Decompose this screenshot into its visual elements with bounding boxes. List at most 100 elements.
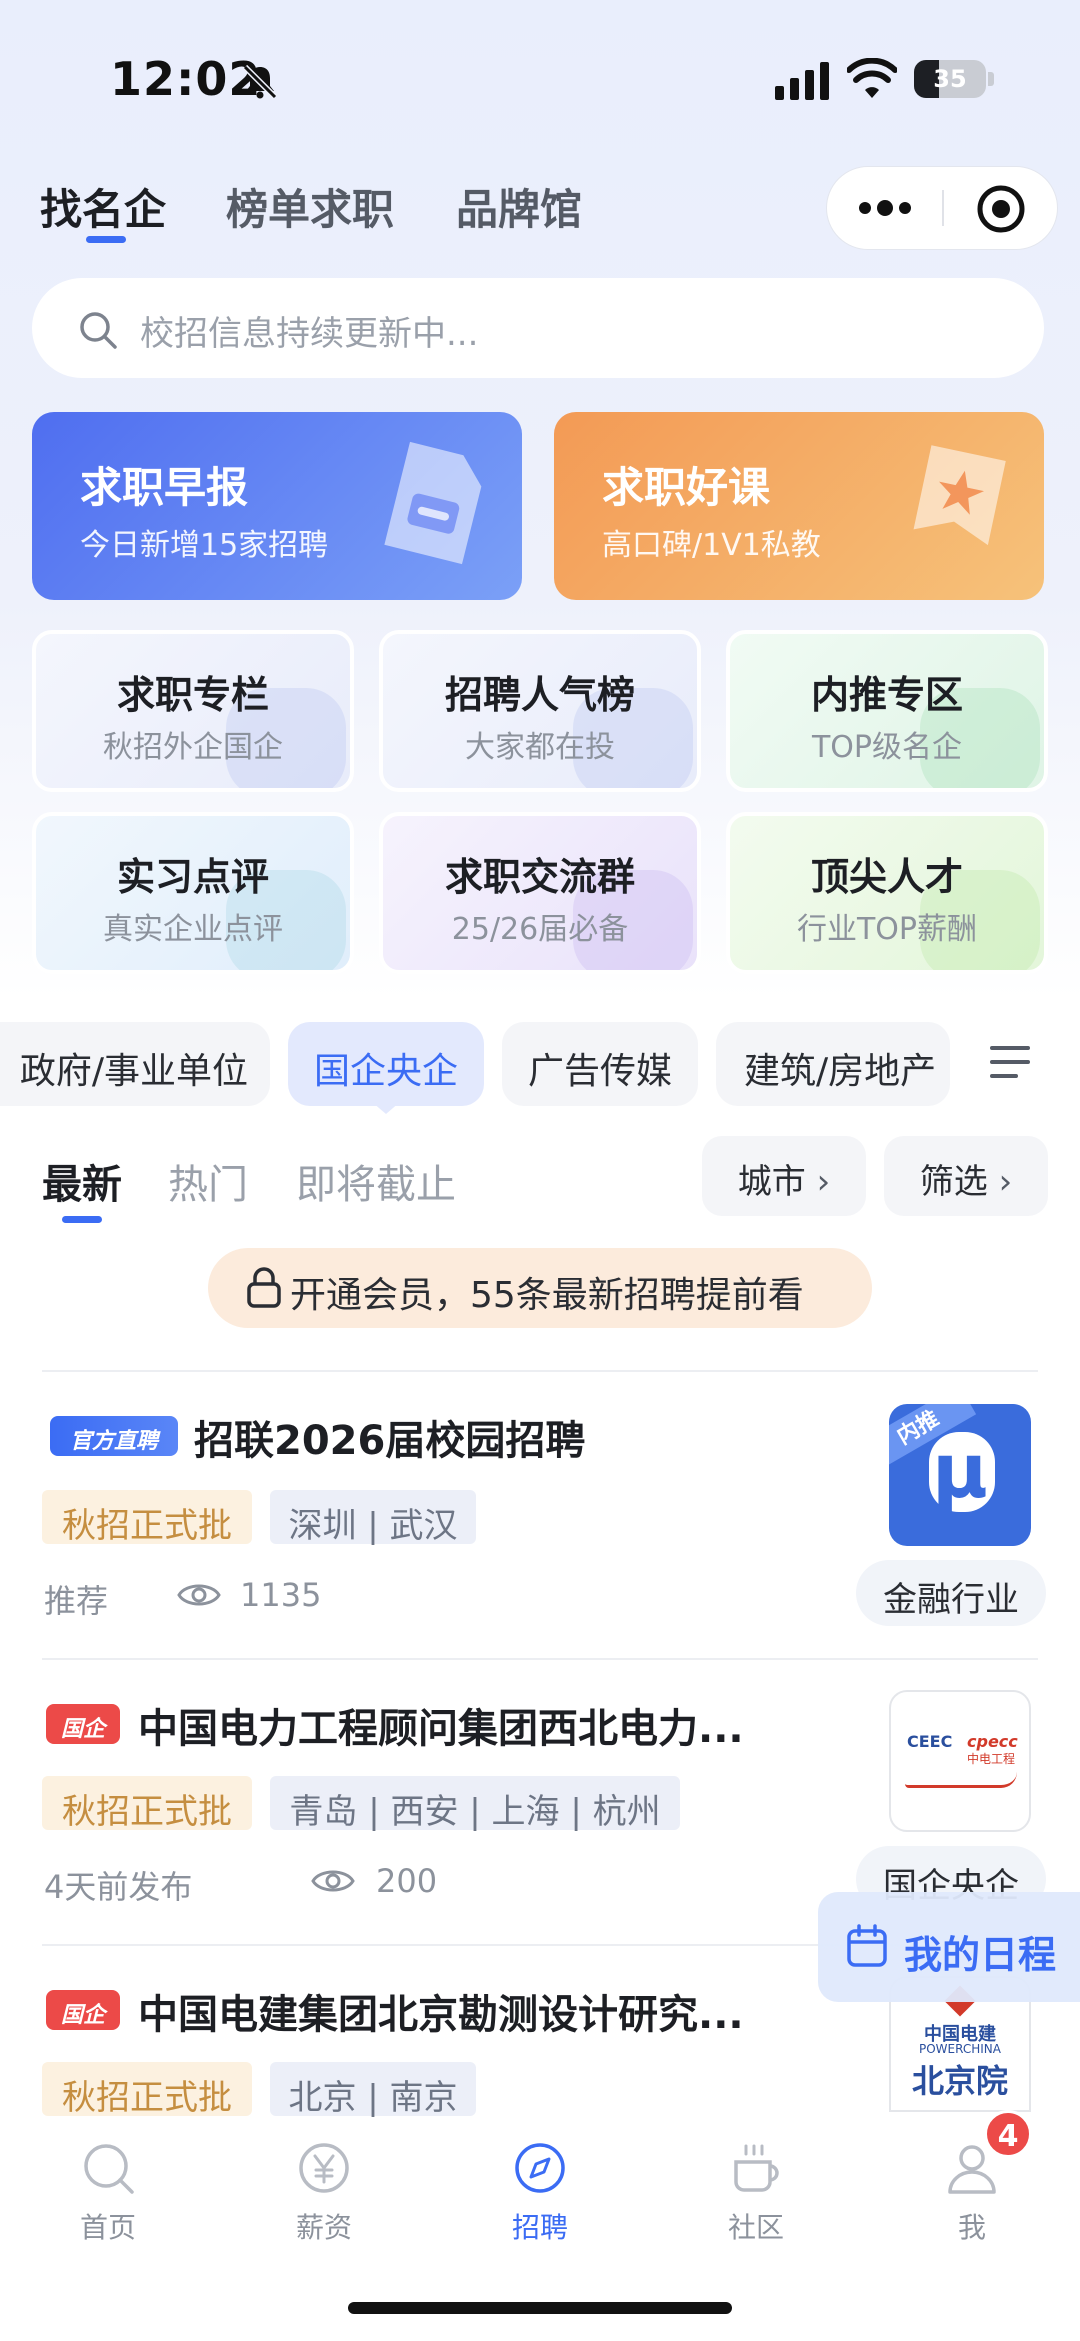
filter-label: 筛选 xyxy=(919,1162,988,1202)
card-internship-reviews[interactable]: 实习点评 真实企业点评 xyxy=(32,812,354,974)
divider xyxy=(42,1658,1038,1660)
chevron-right-icon: › xyxy=(998,1162,1013,1202)
calendar-icon xyxy=(847,1924,887,1967)
card-referral-zone[interactable]: 内推专区 TOP级名企 xyxy=(726,630,1048,792)
vip-banner-text: 开通会员，55条最新招聘提前看 xyxy=(290,1275,804,1316)
category-chip-government[interactable]: 政府/事业单位 xyxy=(0,1022,270,1106)
nav-label: 薪资 xyxy=(295,2211,352,2244)
subtab-closing-soon[interactable]: 即将截止 xyxy=(296,1152,456,1210)
tab-indicator xyxy=(86,236,126,243)
status-time: 12:02 xyxy=(110,52,262,106)
filter-button[interactable]: 筛选 › xyxy=(884,1136,1048,1216)
banner-job-course[interactable]: 求职好课 高口碑/1V1私教 xyxy=(554,412,1044,600)
chevron-right-icon: › xyxy=(816,1162,831,1202)
logo-text: 中电工程 xyxy=(967,1752,1016,1766)
company-logo[interactable]: CEEC cpecc 中电工程 xyxy=(889,1690,1031,1832)
card-title: 顶尖人才 xyxy=(810,855,963,899)
category-chip-soe[interactable]: 国企央企 xyxy=(288,1022,484,1106)
bell-muted-icon xyxy=(242,64,278,100)
yen-icon xyxy=(299,2143,349,2193)
tab-find-companies[interactable]: 找名企 xyxy=(40,176,166,237)
job-title[interactable]: 中国电建集团北京勘测设计研究... xyxy=(138,1982,744,2040)
subtab-latest[interactable]: 最新 xyxy=(42,1152,122,1210)
card-title: 求职专栏 xyxy=(116,673,269,717)
card-job-column[interactable]: 求职专栏 秋招外企国企 xyxy=(32,630,354,792)
eye-icon xyxy=(311,1870,355,1892)
category-chip-advertising[interactable]: 广告传媒 xyxy=(502,1022,698,1106)
card-title: 内推专区 xyxy=(810,673,963,717)
banner-subtitle: 高口碑/1V1私教 xyxy=(602,528,821,563)
card-hiring-ranking[interactable]: 招聘人气榜 大家都在投 xyxy=(379,630,701,792)
card-subtitle: 大家都在投 xyxy=(465,730,615,765)
document-icon xyxy=(384,441,482,565)
badge-soe: 国企 xyxy=(46,1704,120,1744)
divider xyxy=(42,1370,1038,1372)
job-tag-location: 深圳 | 武汉 xyxy=(270,1490,476,1546)
card-top-talent[interactable]: 顶尖人才 行业TOP薪酬 xyxy=(726,812,1048,974)
job-title[interactable]: 招联2026届校园招聘 xyxy=(194,1408,585,1466)
nav-label: 招聘 xyxy=(511,2211,568,2244)
banner-job-daily[interactable]: 求职早报 今日新增15家招聘 xyxy=(32,412,522,600)
wifi-icon xyxy=(847,58,897,98)
job-views: 200 xyxy=(376,1862,438,1900)
signal-icon xyxy=(775,62,829,100)
badge-soe: 国企 xyxy=(46,1990,120,2030)
card-subtitle: 行业TOP薪酬 xyxy=(796,912,978,947)
search-icon xyxy=(80,312,117,349)
job-tag-batch: 秋招正式批 xyxy=(42,2062,252,2118)
job-tag-batch: 秋招正式批 xyxy=(42,1776,252,1832)
banner-title: 求职早报 xyxy=(80,463,249,512)
card-subtitle: 真实企业点评 xyxy=(103,912,283,947)
home-indicator xyxy=(348,2302,732,2314)
job-meta: 推荐 xyxy=(44,1582,109,1620)
card-subtitle: 秋招外企国企 xyxy=(103,730,283,765)
job-views: 1135 xyxy=(240,1576,322,1614)
tab-brand-hall[interactable]: 品牌馆 xyxy=(456,176,582,237)
logo-calligraphy xyxy=(905,1772,1017,1788)
logo-letter: μ xyxy=(932,1426,988,1515)
more-dots-icon[interactable] xyxy=(856,196,914,220)
battery-percent: 35 xyxy=(933,65,967,93)
nav-community[interactable]: 社区 xyxy=(686,2140,826,2246)
card-job-groups[interactable]: 求职交流群 25/26届必备 xyxy=(379,812,701,974)
chip-pointer xyxy=(372,1102,400,1114)
logo-text: CEEC xyxy=(907,1732,953,1751)
my-schedule-label: 我的日程 xyxy=(904,1933,1057,1977)
job-tag-location: 青岛 | 西安 | 上海 | 杭州 xyxy=(270,1776,680,1832)
coffee-icon xyxy=(734,2144,779,2192)
banner-subtitle: 今日新增15家招聘 xyxy=(80,528,329,563)
capsule-divider xyxy=(942,190,944,226)
search-icon xyxy=(84,2144,134,2194)
menu-icon[interactable] xyxy=(990,1044,1030,1080)
star-ribbon-icon xyxy=(913,445,1006,546)
subtab-hot[interactable]: 热门 xyxy=(168,1152,248,1210)
city-filter-button[interactable]: 城市 › xyxy=(702,1136,866,1216)
lock-icon xyxy=(247,1267,281,1308)
nav-salary[interactable]: 薪资 xyxy=(254,2140,394,2246)
industry-tag: 金融行业 xyxy=(856,1560,1046,1626)
logo-text: 北京院 xyxy=(911,2062,1008,2100)
nav-label: 首页 xyxy=(79,2211,136,2244)
card-subtitle: 25/26届必备 xyxy=(451,912,629,947)
nav-label: 我 xyxy=(957,2211,986,2244)
banner-title: 求职好课 xyxy=(602,463,771,512)
badge-official: 官方直聘 xyxy=(50,1416,178,1456)
card-subtitle: TOP级名企 xyxy=(811,730,963,765)
search-placeholder: 校招信息持续更新中... xyxy=(140,314,479,354)
close-target-icon[interactable] xyxy=(976,184,1026,234)
nav-me[interactable]: 我 xyxy=(902,2140,1042,2246)
job-title[interactable]: 中国电力工程顾问集团西北电力... xyxy=(138,1696,744,1754)
job-tag-batch: 秋招正式批 xyxy=(42,1490,252,1546)
category-chip-construction[interactable]: 建筑/房地产 xyxy=(716,1022,950,1106)
city-filter-label: 城市 xyxy=(737,1162,806,1202)
tab-ranking-jobs[interactable]: 榜单求职 xyxy=(226,176,394,237)
subtab-indicator xyxy=(62,1216,102,1223)
nav-recruit[interactable]: 招聘 xyxy=(470,2140,610,2246)
job-meta: 4天前发布 xyxy=(44,1868,193,1906)
card-title: 求职交流群 xyxy=(444,855,635,899)
eye-icon xyxy=(177,1584,221,1606)
nav-home[interactable]: 首页 xyxy=(38,2140,178,2246)
compass-icon xyxy=(515,2143,565,2193)
battery-icon: 35 xyxy=(914,60,986,98)
company-logo[interactable]: 内推 μ xyxy=(889,1404,1031,1546)
